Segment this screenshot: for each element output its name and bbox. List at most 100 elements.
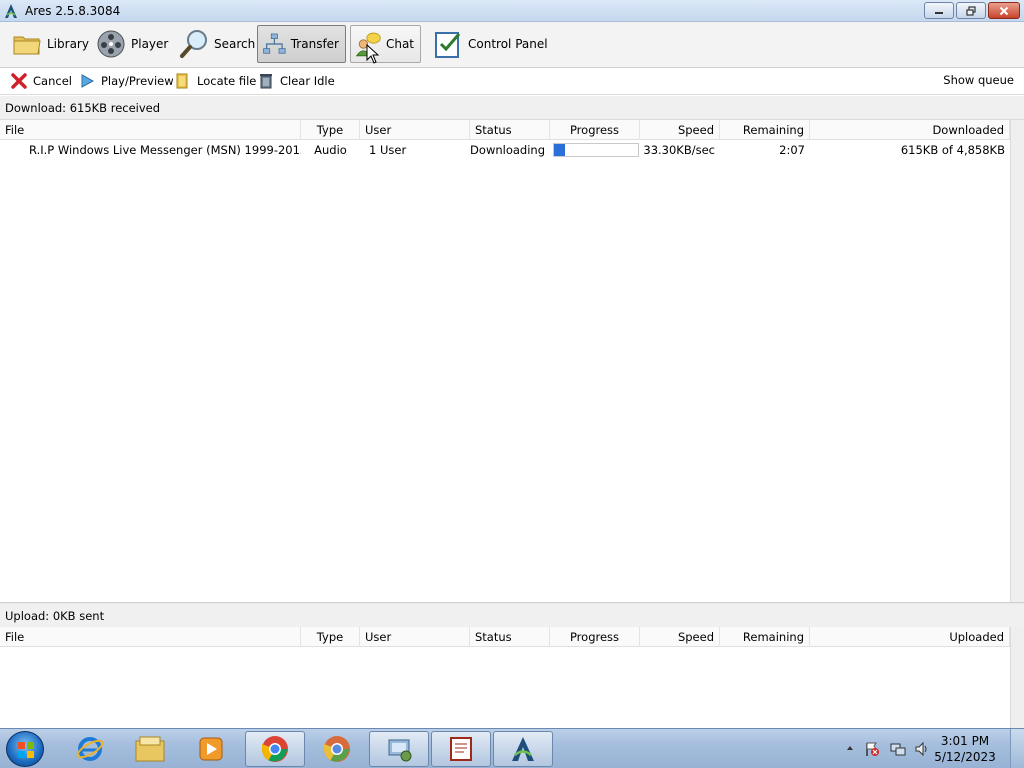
clear-idle-button[interactable]: Clear Idle bbox=[257, 72, 335, 90]
taskbar-media-player[interactable] bbox=[181, 731, 241, 767]
control-panel-button[interactable]: Control Panel bbox=[427, 25, 555, 63]
taskbar-notepad[interactable] bbox=[431, 731, 491, 767]
taskbar-chrome[interactable] bbox=[245, 731, 305, 767]
col-speed[interactable]: Speed bbox=[640, 120, 720, 140]
locate-folder-icon bbox=[176, 73, 188, 89]
trash-can-icon bbox=[260, 74, 272, 89]
upload-col-user[interactable]: User bbox=[360, 627, 470, 647]
col-remaining[interactable]: Remaining bbox=[720, 120, 810, 140]
cancel-label: Cancel bbox=[33, 74, 72, 88]
show-queue-link[interactable]: Show queue bbox=[943, 73, 1014, 87]
minimize-button[interactable] bbox=[924, 2, 954, 19]
taskbar-internet-explorer[interactable] bbox=[60, 731, 120, 767]
film-reel-icon bbox=[97, 30, 125, 58]
upload-col-type[interactable]: Type bbox=[301, 627, 360, 647]
download-progress-fill bbox=[554, 144, 565, 156]
download-status-label: Download: 615KB received bbox=[0, 96, 1024, 120]
upload-col-speed[interactable]: Speed bbox=[640, 627, 720, 647]
ares-logo-icon bbox=[5, 3, 17, 18]
chat-button[interactable]: Chat bbox=[350, 25, 421, 63]
player-button[interactable]: Player bbox=[90, 25, 175, 63]
action-center-flag-icon[interactable] bbox=[864, 741, 880, 757]
file-name: R.I.P Windows Live Messenger (MSN) 1999-… bbox=[29, 143, 301, 157]
network-computer-icon bbox=[388, 739, 412, 762]
upload-col-uploaded[interactable]: Uploaded bbox=[810, 627, 1010, 647]
start-button[interactable] bbox=[6, 731, 44, 767]
magnifier-icon bbox=[180, 30, 207, 58]
download-progress-bar bbox=[553, 143, 639, 157]
file-downloaded: 615KB of 4,858KB bbox=[900, 143, 1005, 157]
system-clock[interactable]: 3:01 PM 5/12/2023 bbox=[930, 733, 1000, 765]
library-button[interactable]: Library bbox=[6, 25, 96, 63]
upload-sent-text: Upload: 0KB sent bbox=[5, 608, 105, 623]
network-transfer-icon bbox=[263, 33, 286, 54]
col-downloaded[interactable]: Downloaded bbox=[810, 120, 1010, 140]
action-toolbar: Cancel Play/Preview Locate file Clear Id… bbox=[0, 68, 1024, 95]
upload-col-remaining[interactable]: Remaining bbox=[720, 627, 810, 647]
close-button[interactable] bbox=[988, 2, 1020, 19]
close-icon bbox=[999, 6, 1009, 15]
clock-time: 3:01 PM bbox=[940, 734, 990, 748]
taskbar-chrome-alt[interactable] bbox=[307, 731, 367, 767]
play-preview-label: Play/Preview bbox=[101, 74, 174, 88]
file-remaining: 2:07 bbox=[779, 143, 805, 157]
download-scrollbar[interactable] bbox=[1010, 120, 1024, 602]
col-user[interactable]: User bbox=[360, 120, 470, 140]
search-label: Search bbox=[214, 37, 256, 51]
media-player-icon bbox=[199, 737, 223, 761]
window-title: Ares 2.5.8.3084 bbox=[25, 3, 121, 18]
file-status: Downloading bbox=[470, 143, 545, 157]
locate-file-label: Locate file bbox=[197, 74, 257, 88]
download-column-header: File Type User Status Progress Speed Rem… bbox=[0, 120, 1024, 140]
folder-icon bbox=[135, 736, 165, 762]
notepad-icon bbox=[450, 737, 472, 761]
restore-button[interactable] bbox=[956, 2, 986, 19]
taskbar-ares[interactable] bbox=[493, 731, 553, 767]
col-file[interactable]: File bbox=[0, 120, 301, 140]
search-button[interactable]: Search bbox=[173, 25, 262, 63]
table-row[interactable]: R.I.P Windows Live Messenger (MSN) 1999-… bbox=[0, 141, 1010, 159]
chrome-icon bbox=[323, 736, 350, 762]
ares-logo-icon bbox=[512, 737, 534, 761]
network-tray-icon[interactable] bbox=[890, 741, 906, 757]
internet-explorer-icon bbox=[76, 737, 104, 761]
download-received-text: Download: 615KB received bbox=[5, 100, 161, 115]
upload-col-status[interactable]: Status bbox=[470, 627, 550, 647]
upload-scrollbar[interactable] bbox=[1010, 627, 1024, 728]
play-icon bbox=[81, 74, 95, 88]
transfer-button[interactable]: Transfer bbox=[257, 25, 346, 63]
mouse-cursor-icon bbox=[366, 44, 380, 64]
cancel-button[interactable]: Cancel bbox=[10, 72, 72, 90]
player-label: Player bbox=[131, 37, 169, 51]
transfer-label: Transfer bbox=[290, 37, 339, 51]
windows-logo-icon bbox=[18, 742, 34, 758]
file-type: Audio bbox=[314, 143, 347, 157]
play-preview-button[interactable]: Play/Preview bbox=[78, 72, 174, 90]
main-toolbar: Library Player Search Transfer Chat Cont… bbox=[0, 22, 1024, 68]
col-status[interactable]: Status bbox=[470, 120, 550, 140]
library-label: Library bbox=[47, 37, 89, 51]
file-user-count: 1 User bbox=[369, 143, 407, 157]
tray-expand-icon[interactable] bbox=[846, 744, 854, 752]
restore-icon bbox=[966, 5, 976, 16]
minimize-icon bbox=[935, 11, 943, 14]
folder-icon bbox=[13, 36, 41, 55]
col-progress[interactable]: Progress bbox=[550, 120, 640, 140]
upload-status-label: Upload: 0KB sent bbox=[0, 604, 1024, 628]
locate-file-button[interactable]: Locate file bbox=[174, 72, 256, 90]
volume-icon[interactable] bbox=[914, 741, 930, 757]
title-bar: Ares 2.5.8.3084 bbox=[0, 0, 1024, 22]
upload-column-header: File Type User Status Progress Speed Rem… bbox=[0, 627, 1024, 647]
taskbar: 3:01 PM 5/12/2023 bbox=[0, 728, 1024, 768]
taskbar-explorer[interactable] bbox=[120, 731, 180, 767]
clock-date: 5/12/2023 bbox=[934, 750, 996, 764]
col-type[interactable]: Type bbox=[301, 120, 360, 140]
show-desktop-button[interactable] bbox=[1010, 729, 1024, 768]
upload-col-progress[interactable]: Progress bbox=[550, 627, 640, 647]
taskbar-network-app[interactable] bbox=[369, 731, 429, 767]
clear-idle-label: Clear Idle bbox=[280, 74, 335, 88]
control-panel-checklist-icon bbox=[435, 32, 461, 58]
upload-col-file[interactable]: File bbox=[0, 627, 301, 647]
chat-label: Chat bbox=[385, 37, 414, 51]
control-panel-label: Control Panel bbox=[468, 37, 548, 51]
